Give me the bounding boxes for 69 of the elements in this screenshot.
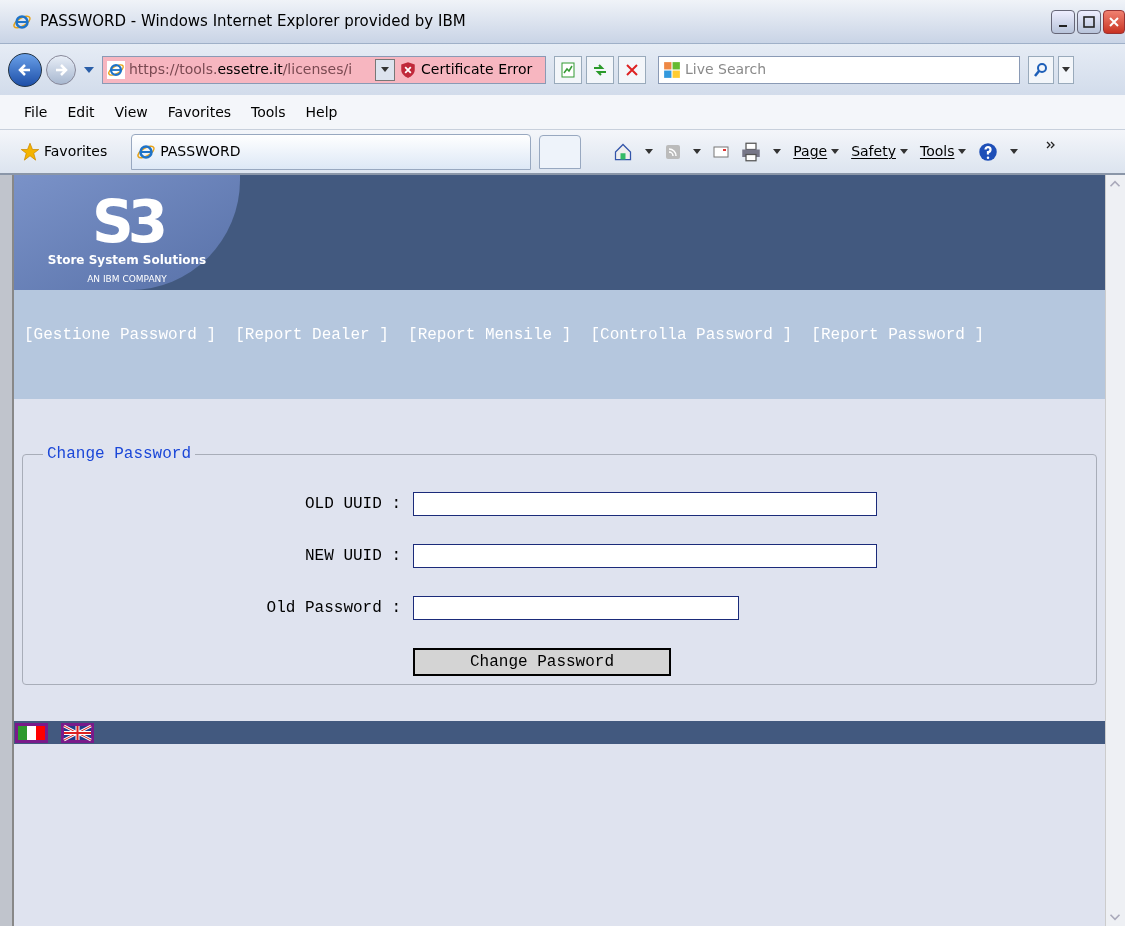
address-bar[interactable]: https://tools.essetre.it/licenses/i Certificate Error <box>102 55 546 84</box>
menu-item[interactable]: Edit <box>67 101 95 123</box>
dropdown-caret-icon[interactable] <box>84 66 94 73</box>
menu-item[interactable]: Favorites <box>167 101 232 123</box>
page-chart-icon <box>560 61 576 78</box>
search-icon <box>1033 61 1049 78</box>
field-label: Old Password : <box>265 598 402 619</box>
caret-icon[interactable] <box>773 149 782 154</box>
caret-icon[interactable] <box>1010 149 1019 154</box>
form-legend: Change Password <box>43 442 196 466</box>
change-password-button[interactable]: Change Password <box>413 648 671 676</box>
command-menu-button[interactable]: Safety <box>851 141 908 162</box>
help-icon[interactable] <box>978 141 999 162</box>
tab-title: PASSWORD <box>160 142 241 161</box>
printer-icon[interactable] <box>741 141 762 162</box>
text-field[interactable] <box>413 492 877 516</box>
caret-icon[interactable] <box>645 149 654 154</box>
refresh-button[interactable] <box>586 55 614 84</box>
close-button[interactable] <box>1103 9 1125 34</box>
chevron-icon[interactable] <box>1046 141 1057 149</box>
favorites-button[interactable]: Favorites <box>20 141 124 162</box>
window-title: PASSWORD - Windows Internet Explorer provided by IBM <box>40 11 466 33</box>
maximize-button[interactable] <box>1077 9 1101 34</box>
browser-tab[interactable]: PASSWORD <box>131 133 532 170</box>
windows-flag-icon <box>663 60 681 79</box>
caret-icon[interactable] <box>958 149 967 154</box>
mail-icon[interactable] <box>713 143 730 160</box>
certificate-error-text[interactable]: Certificate Error <box>421 59 533 80</box>
forward-arrow-icon <box>53 61 69 78</box>
address-text: https://tools.essetre.it/licenses/i <box>129 60 354 79</box>
menu-item[interactable]: Help <box>305 101 338 123</box>
menu-item[interactable]: Tools <box>251 101 286 123</box>
text-field[interactable] <box>413 544 877 568</box>
field-label: OLD UUID : <box>304 494 402 515</box>
logo-mark: S3 <box>91 192 163 251</box>
home-icon[interactable] <box>613 141 634 162</box>
caret-icon[interactable] <box>1062 67 1070 72</box>
caret-icon[interactable] <box>831 149 840 154</box>
shield-error-icon <box>399 60 417 79</box>
minimize-button[interactable] <box>1051 9 1075 34</box>
close-icon <box>1108 15 1120 28</box>
star-icon <box>20 141 40 162</box>
text-field[interactable] <box>413 596 739 620</box>
page-icon <box>107 60 125 79</box>
command-menu-button[interactable]: Tools <box>919 141 967 162</box>
flag-icon[interactable] <box>15 722 48 743</box>
back-button[interactable] <box>8 52 42 87</box>
search-field[interactable]: Live Search <box>685 59 1015 80</box>
search-box[interactable]: Live Search <box>658 55 1020 84</box>
flag-icon[interactable] <box>61 722 94 743</box>
stop-button[interactable] <box>618 55 646 84</box>
field-label: NEW UUID : <box>304 546 402 567</box>
back-arrow-icon <box>17 61 33 78</box>
maximize-icon <box>1083 15 1095 28</box>
address-dropdown-button[interactable] <box>375 58 395 81</box>
menu-item[interactable]: View <box>114 101 148 123</box>
logo-name: Store System Solutions <box>47 251 207 269</box>
refresh-icon <box>592 61 608 78</box>
caret-icon[interactable] <box>381 67 389 72</box>
search-button[interactable] <box>1028 55 1054 84</box>
caret-icon[interactable] <box>899 149 908 154</box>
close-icon <box>624 61 640 78</box>
command-menu-button[interactable]: Page <box>793 141 840 162</box>
logo-tagline: AN IBM COMPANY <box>87 272 167 286</box>
menu-item[interactable]: File <box>24 101 48 123</box>
search-options-button[interactable] <box>1058 55 1074 84</box>
caret-icon[interactable] <box>693 149 702 154</box>
compatibility-button[interactable] <box>554 55 582 84</box>
minimize-icon <box>1059 24 1067 27</box>
